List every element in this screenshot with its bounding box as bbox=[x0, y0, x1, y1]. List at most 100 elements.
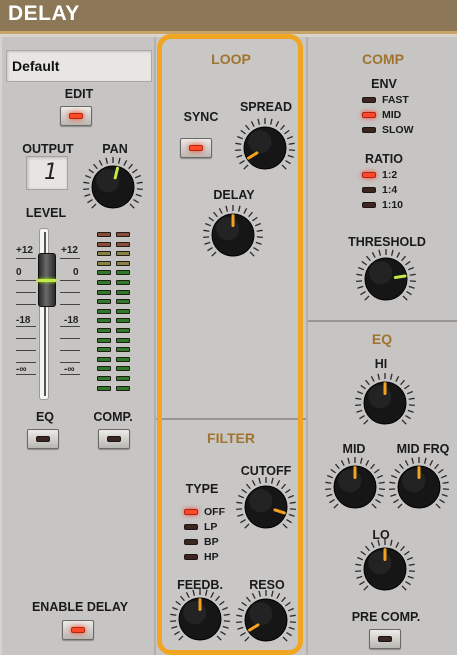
knob-tick bbox=[256, 229, 263, 232]
knob-tick bbox=[243, 164, 249, 170]
ratio-option-label[interactable]: 1:2 bbox=[382, 169, 397, 181]
knob-tick bbox=[208, 216, 214, 222]
ratio-option-label[interactable]: 1:4 bbox=[382, 184, 397, 196]
knob-tick bbox=[253, 246, 259, 252]
knob-tick bbox=[93, 163, 98, 170]
knob-tick bbox=[85, 174, 92, 179]
knob-tick bbox=[98, 159, 103, 166]
comp-button[interactable] bbox=[98, 429, 130, 449]
knob-tick bbox=[335, 463, 340, 470]
knob-tick bbox=[441, 493, 448, 497]
knob-tick bbox=[423, 457, 427, 464]
knob-tick bbox=[281, 483, 286, 490]
env-option-label[interactable]: SLOW bbox=[382, 124, 414, 136]
knob-tick bbox=[396, 251, 401, 258]
meter-segment bbox=[116, 347, 130, 353]
cutoff-knob[interactable] bbox=[233, 474, 299, 540]
delay-knob[interactable] bbox=[200, 202, 266, 268]
pre-comp-button[interactable] bbox=[369, 629, 401, 649]
meter-segment bbox=[97, 251, 111, 257]
knob-tick bbox=[363, 419, 369, 425]
filter-type-option-label[interactable]: HP bbox=[204, 551, 219, 563]
knob-tick bbox=[117, 157, 121, 164]
knob-tick bbox=[357, 390, 364, 395]
hi-knob[interactable] bbox=[352, 370, 418, 436]
knob-tick bbox=[210, 591, 215, 598]
sync-button[interactable] bbox=[180, 138, 212, 158]
meter-segment bbox=[116, 299, 130, 305]
fader-tick bbox=[16, 350, 36, 351]
knob-highlight bbox=[368, 385, 392, 409]
knob-tick bbox=[240, 518, 246, 524]
knob-tick bbox=[237, 205, 241, 212]
knob-tick bbox=[204, 241, 211, 245]
eq-button[interactable] bbox=[27, 429, 59, 449]
knob-tick bbox=[377, 493, 384, 497]
knob-tick bbox=[105, 157, 109, 164]
knob-highlight bbox=[369, 261, 393, 285]
meter-segment bbox=[97, 232, 111, 237]
enable-delay-button[interactable] bbox=[62, 620, 94, 640]
env-option-label[interactable]: FAST bbox=[382, 94, 409, 106]
knob-tick bbox=[241, 601, 247, 607]
knob-tick bbox=[270, 477, 274, 484]
knob-tick bbox=[364, 295, 370, 301]
knob-tick bbox=[281, 596, 286, 603]
filter-type-led[interactable] bbox=[184, 524, 198, 530]
spread-knob[interactable] bbox=[232, 115, 298, 181]
mid-freq-knob[interactable] bbox=[386, 454, 452, 520]
knob-tick bbox=[340, 459, 345, 466]
knob-tick bbox=[83, 181, 90, 184]
filter-type-led[interactable] bbox=[184, 554, 198, 560]
meter-segment bbox=[97, 299, 111, 305]
knob-tick bbox=[411, 457, 415, 464]
mid-knob[interactable] bbox=[322, 454, 388, 520]
delay-label: DELAY bbox=[213, 188, 255, 202]
preset-name-field[interactable]: Default bbox=[6, 50, 152, 82]
knob-tick bbox=[389, 539, 393, 546]
knob-tick bbox=[360, 384, 366, 390]
knob-tick bbox=[203, 229, 210, 232]
knob-tick bbox=[371, 503, 377, 509]
fader-tick bbox=[16, 292, 36, 293]
level-fader-indicator bbox=[38, 279, 56, 282]
loop-section-title: LOOP bbox=[211, 51, 251, 67]
knob-tick bbox=[211, 251, 217, 257]
reso-knob[interactable] bbox=[233, 587, 299, 653]
knob-tick bbox=[254, 222, 261, 227]
ratio-label: RATIO bbox=[365, 152, 403, 166]
knob-tick bbox=[285, 601, 291, 607]
edit-button[interactable] bbox=[60, 106, 92, 126]
env-led[interactable] bbox=[362, 112, 376, 118]
knob-tick bbox=[213, 211, 218, 218]
knob-tick bbox=[389, 481, 396, 484]
env-option-label[interactable]: MID bbox=[382, 109, 401, 121]
knob-tick bbox=[355, 563, 362, 566]
fader-tick bbox=[60, 280, 80, 281]
env-led[interactable] bbox=[362, 127, 376, 133]
feedback-knob[interactable] bbox=[167, 586, 233, 652]
knob-tick bbox=[365, 459, 370, 466]
section-divider bbox=[156, 418, 306, 420]
output-display[interactable]: 1 bbox=[26, 156, 68, 190]
env-led[interactable] bbox=[362, 97, 376, 103]
knob-tick bbox=[216, 635, 222, 641]
knob-tick bbox=[394, 468, 400, 474]
filter-type-option-label[interactable]: OFF bbox=[204, 506, 225, 518]
ratio-led[interactable] bbox=[362, 187, 376, 193]
filter-type-option-label[interactable]: BP bbox=[204, 536, 219, 548]
knob-tick bbox=[326, 493, 333, 497]
knob-tick bbox=[178, 635, 184, 641]
ratio-led[interactable] bbox=[362, 172, 376, 178]
filter-type-led[interactable] bbox=[184, 509, 198, 515]
knob-tick bbox=[405, 580, 411, 586]
ratio-led[interactable] bbox=[362, 202, 376, 208]
knob-tick bbox=[288, 142, 295, 145]
filter-type-option-label[interactable]: LP bbox=[204, 521, 217, 533]
ratio-option-label[interactable]: 1:10 bbox=[382, 199, 403, 211]
knob-tick bbox=[207, 246, 213, 252]
filter-type-led[interactable] bbox=[184, 539, 198, 545]
threshold-knob[interactable] bbox=[353, 246, 419, 312]
pan-knob[interactable] bbox=[80, 154, 146, 220]
lo-knob[interactable] bbox=[352, 536, 418, 602]
